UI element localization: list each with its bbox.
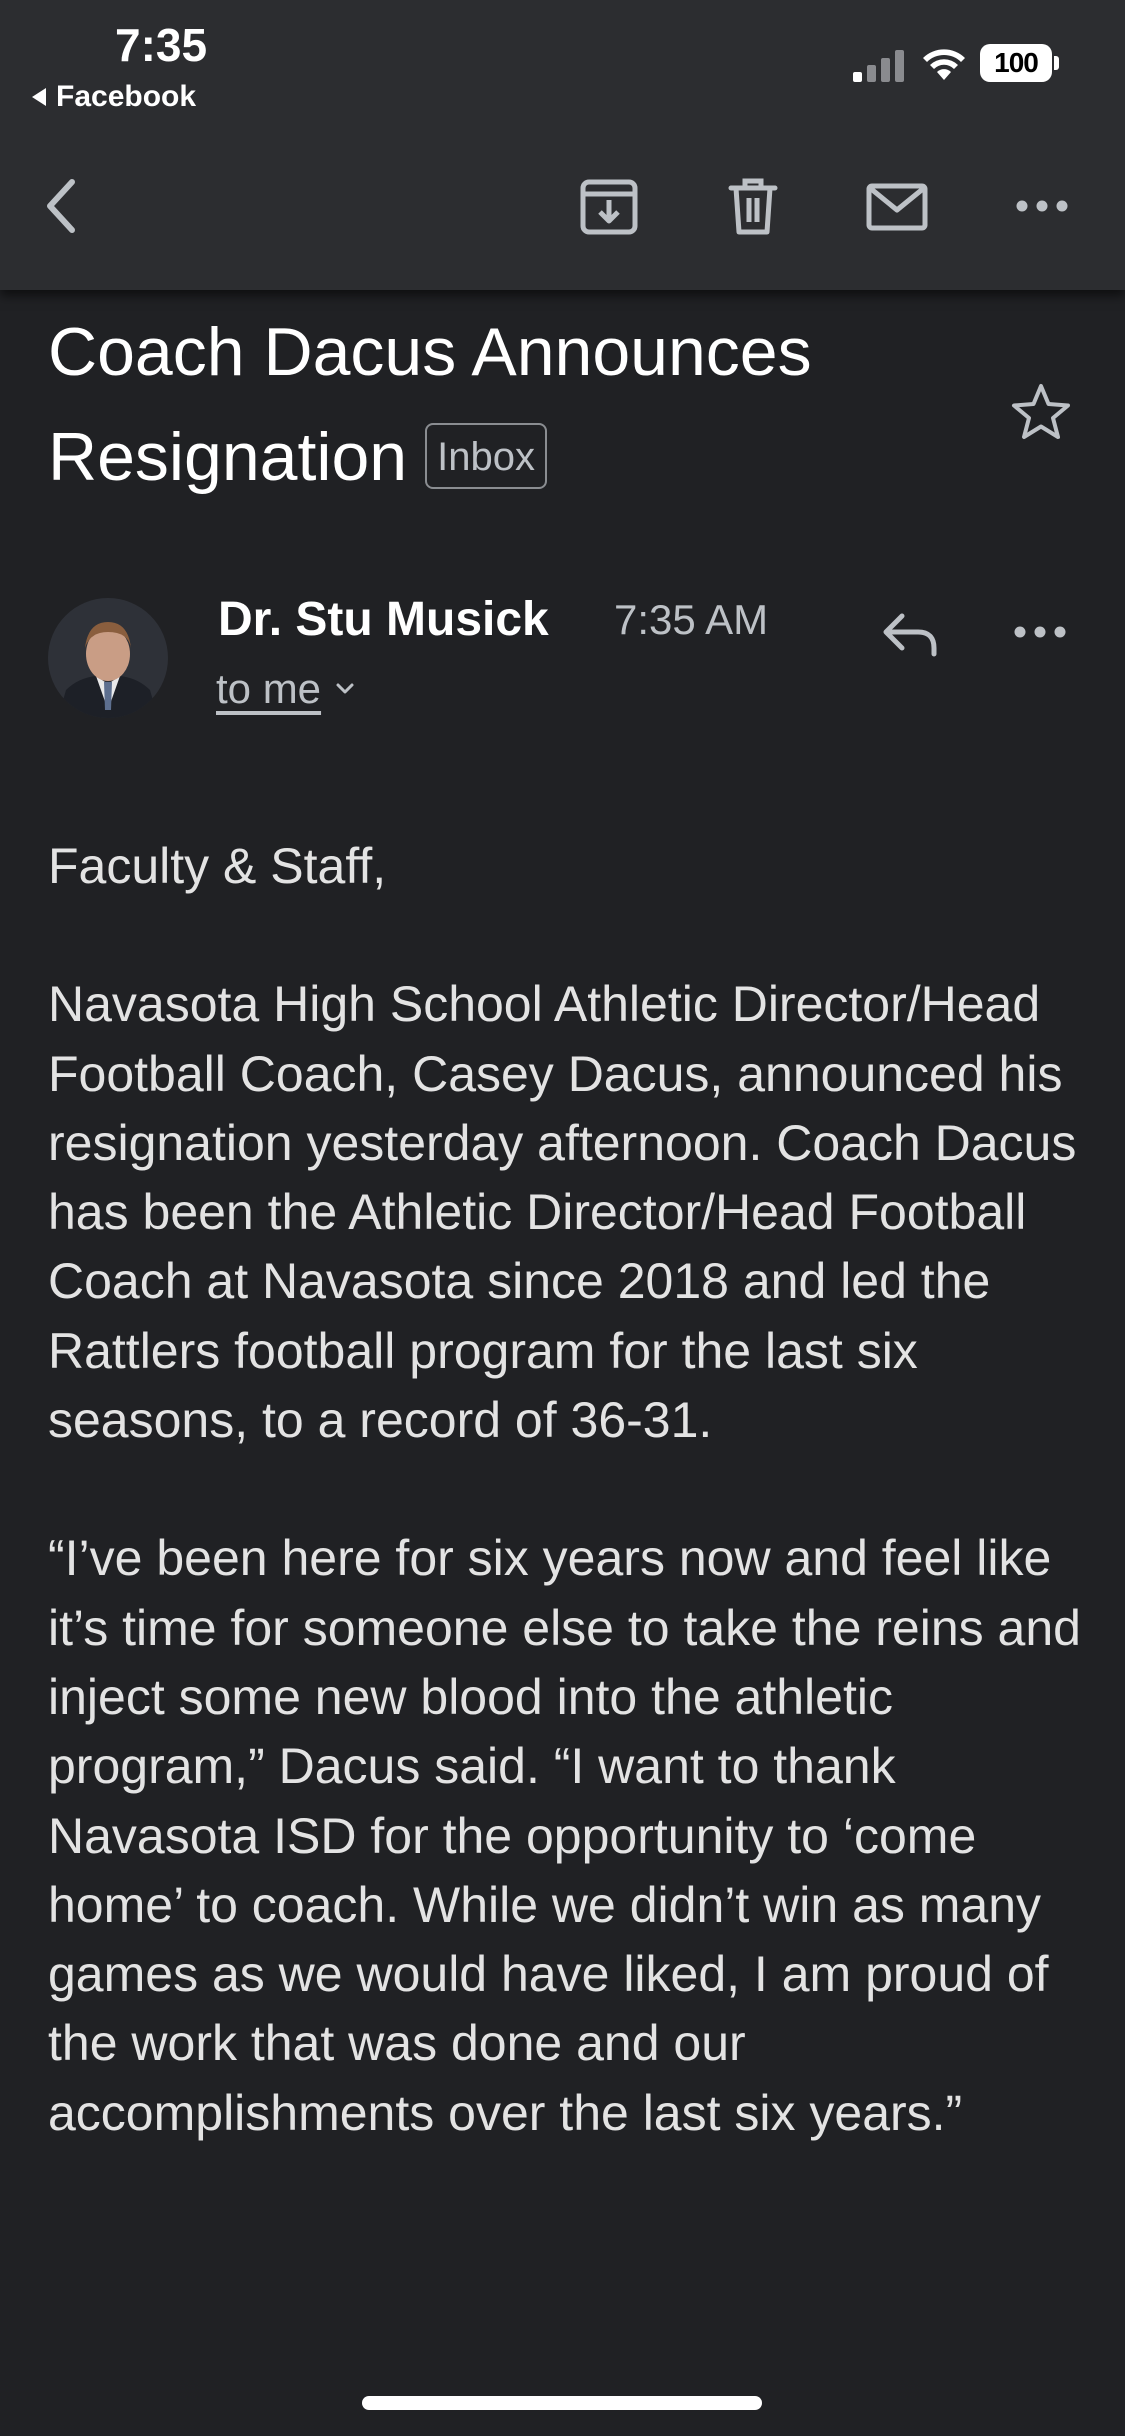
back-app-label: Facebook: [56, 80, 197, 113]
back-triangle-icon: [32, 88, 46, 106]
sender-name[interactable]: Dr. Stu Musick: [218, 592, 549, 647]
message-more-icon[interactable]: [1008, 606, 1072, 658]
body-paragraph: “I’ve been here for six years now and fe…: [48, 1530, 1081, 2141]
email-body: Faculty & Staff, Navasota High School At…: [48, 832, 1108, 2217]
back-arrow-icon[interactable]: [30, 172, 98, 240]
archive-icon[interactable]: [575, 172, 643, 240]
more-icon[interactable]: [1008, 172, 1076, 240]
battery-tip: [1054, 56, 1059, 70]
wifi-icon: [923, 49, 965, 80]
reply-icon[interactable]: [876, 598, 944, 666]
status-time: 7:35: [115, 19, 208, 71]
avatar[interactable]: [48, 598, 168, 718]
battery-indicator: 100: [980, 44, 1052, 82]
sent-time: 7:35 AM: [614, 596, 769, 643]
star-icon[interactable]: [1008, 380, 1074, 446]
recipient-label: to me: [216, 665, 322, 712]
email-subject: Coach Dacus Announces Resignation Inbox: [48, 300, 988, 510]
inbox-label-badge[interactable]: Inbox: [425, 423, 547, 490]
chevron-down-icon: [336, 683, 354, 694]
body-paragraph: Faculty & Staff,: [48, 838, 387, 894]
mail-icon[interactable]: [863, 172, 931, 240]
body-paragraph: Navasota High School Athletic Director/H…: [48, 976, 1077, 1449]
home-indicator[interactable]: [362, 2396, 762, 2410]
cellular-signal-icon: [853, 50, 904, 82]
trash-icon[interactable]: [719, 172, 787, 240]
recipient-details-toggle[interactable]: to me: [216, 665, 355, 713]
back-to-app-link[interactable]: Facebook: [32, 80, 196, 114]
top-chrome: 7:35 Facebook 100: [0, 0, 1125, 290]
